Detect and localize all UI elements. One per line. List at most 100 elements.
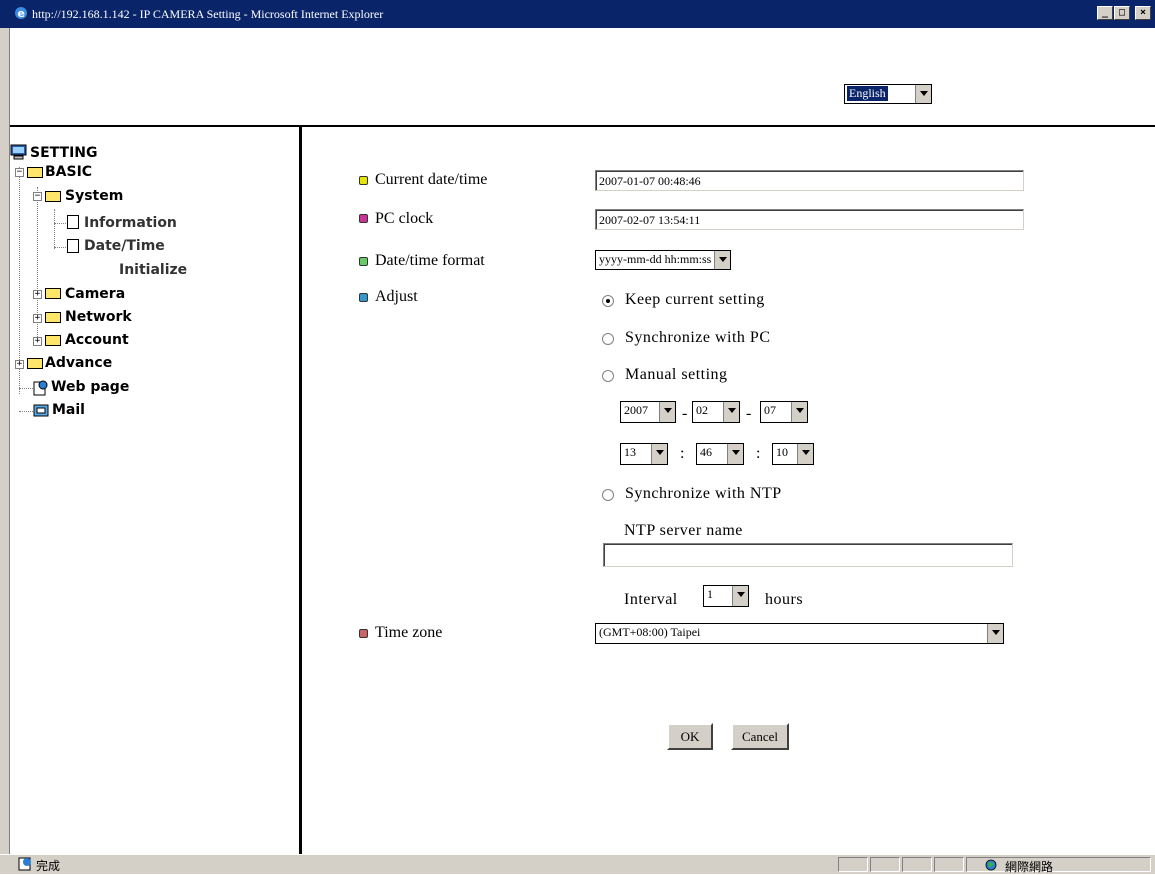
folder-icon [45,335,61,346]
minute-select[interactable]: 46 [696,443,744,465]
pc-clock-field[interactable]: 2007-02-07 13:54:11 [595,209,1024,230]
collapse-toggle-system[interactable]: − [33,192,42,201]
nav-datetime[interactable]: Date/Time [84,238,165,254]
expand-toggle-camera[interactable]: + [33,290,42,299]
document-icon [67,239,79,253]
window-left-border [0,28,10,854]
radio-keep-current-label[interactable]: Keep current setting [625,291,765,309]
interval-unit: hours [765,591,804,608]
nav-network[interactable]: Network [65,309,132,325]
nav-advance[interactable]: Advance [45,355,112,371]
globe-icon [985,859,997,871]
nav-initialize[interactable]: Initialize [119,262,187,278]
tree-line [19,411,33,412]
tree-line [19,388,33,389]
svg-text:e: e [18,7,25,20]
cancel-button[interactable]: Cancel [731,723,789,750]
chevron-down-icon[interactable] [651,444,667,464]
folder-icon [45,312,61,323]
datetime-format-value: yyyy-mm-dd hh:mm:ss [599,252,712,266]
chevron-down-icon[interactable] [727,444,743,464]
time-zone-value: (GMT+08:00) Taipei [599,625,701,639]
datetime-format-label: Date/time format [375,252,485,269]
radio-manual-label[interactable]: Manual setting [625,366,728,384]
chevron-down-icon[interactable] [732,586,748,606]
maximize-button[interactable]: □ [1114,6,1130,20]
day-select[interactable]: 07 [760,401,808,423]
radio-sync-ntp[interactable] [602,489,614,501]
time-zone-select[interactable]: (GMT+08:00) Taipei [595,623,1004,644]
radio-keep-current[interactable] [602,295,614,307]
nav-account[interactable]: Account [65,332,129,348]
nav-mail[interactable]: Mail [52,402,85,418]
interval-select[interactable]: 1 [703,585,749,607]
chevron-down-icon[interactable] [915,85,931,103]
close-button[interactable]: × [1135,6,1151,20]
month-select[interactable]: 02 [692,401,740,423]
hour-select[interactable]: 13 [620,443,668,465]
minimize-button[interactable]: _ [1097,6,1113,20]
current-datetime-field[interactable]: 2007-01-07 00:48:46 [595,170,1024,191]
language-value: English [847,86,888,101]
date-separator: - [682,405,688,422]
radio-manual[interactable] [602,370,614,382]
year-value: 2007 [624,403,648,417]
window-titlebar[interactable]: e http://192.168.1.142 - IP CAMERA Setti… [0,0,1155,28]
folder-open-icon [45,191,61,202]
radio-sync-pc-label[interactable]: Synchronize with PC [625,329,771,347]
month-value: 02 [696,403,708,417]
nav-system[interactable]: System [65,188,123,204]
nav-information[interactable]: Information [84,215,177,231]
year-select[interactable]: 2007 [620,401,676,423]
status-pane [838,857,868,872]
folder-icon [27,358,43,369]
chevron-down-icon[interactable] [791,402,807,422]
nav-basic[interactable]: BASIC [45,164,92,180]
ntp-server-label: NTP server name [624,522,743,539]
chevron-down-icon[interactable] [714,251,730,269]
chevron-down-icon[interactable] [723,402,739,422]
status-pane [902,857,932,872]
language-select[interactable]: English [844,84,932,104]
time-separator: : [680,445,685,462]
datetime-format-select[interactable]: yyyy-mm-dd hh:mm:ss [595,250,731,270]
webpage-icon [33,380,48,396]
chevron-down-icon[interactable] [797,444,813,464]
tree-line [54,223,66,224]
bullet-icon [359,293,368,302]
current-datetime-label: Current date/time [375,171,488,188]
current-datetime-value: 2007-01-07 00:48:46 [599,174,701,188]
bullet-icon [359,629,368,638]
collapse-toggle-basic[interactable]: − [15,168,24,177]
bullet-icon [359,257,368,266]
ie-icon: e [15,7,27,20]
bullet-icon [359,214,368,223]
expand-toggle-account[interactable]: + [33,337,42,346]
folder-open-icon [27,167,43,178]
expand-toggle-advance[interactable]: + [15,360,24,369]
nav-webpage[interactable]: Web page [51,379,129,395]
time-zone-label: Time zone [375,624,443,641]
status-bar: 完成 網際網路 [0,854,1155,874]
minute-value: 46 [700,445,712,459]
chevron-down-icon[interactable] [659,402,675,422]
nav-tree: SETTING − BASIC − System Information Dat… [10,127,299,854]
internet-zone-label: 網際網路 [1005,860,1054,874]
radio-sync-pc[interactable] [602,333,614,345]
status-pane [934,857,964,872]
tree-line [54,247,66,248]
ok-button[interactable]: OK [667,723,713,750]
chevron-down-icon[interactable] [987,624,1003,643]
settings-content: Current date/time 2007-01-07 00:48:46 PC… [302,127,1155,854]
ntp-server-input[interactable] [603,543,1013,567]
nav-camera[interactable]: Camera [65,286,125,302]
pc-clock-label: PC clock [375,210,434,227]
adjust-label: Adjust [375,288,418,305]
status-zone-pane: 網際網路 [966,857,1151,874]
date-separator: - [746,405,752,422]
second-select[interactable]: 10 [772,443,814,465]
expand-toggle-network[interactable]: + [33,314,42,323]
radio-sync-ntp-label[interactable]: Synchronize with NTP [625,485,782,503]
nav-setting[interactable]: SETTING [30,145,97,161]
mail-icon [33,404,49,417]
